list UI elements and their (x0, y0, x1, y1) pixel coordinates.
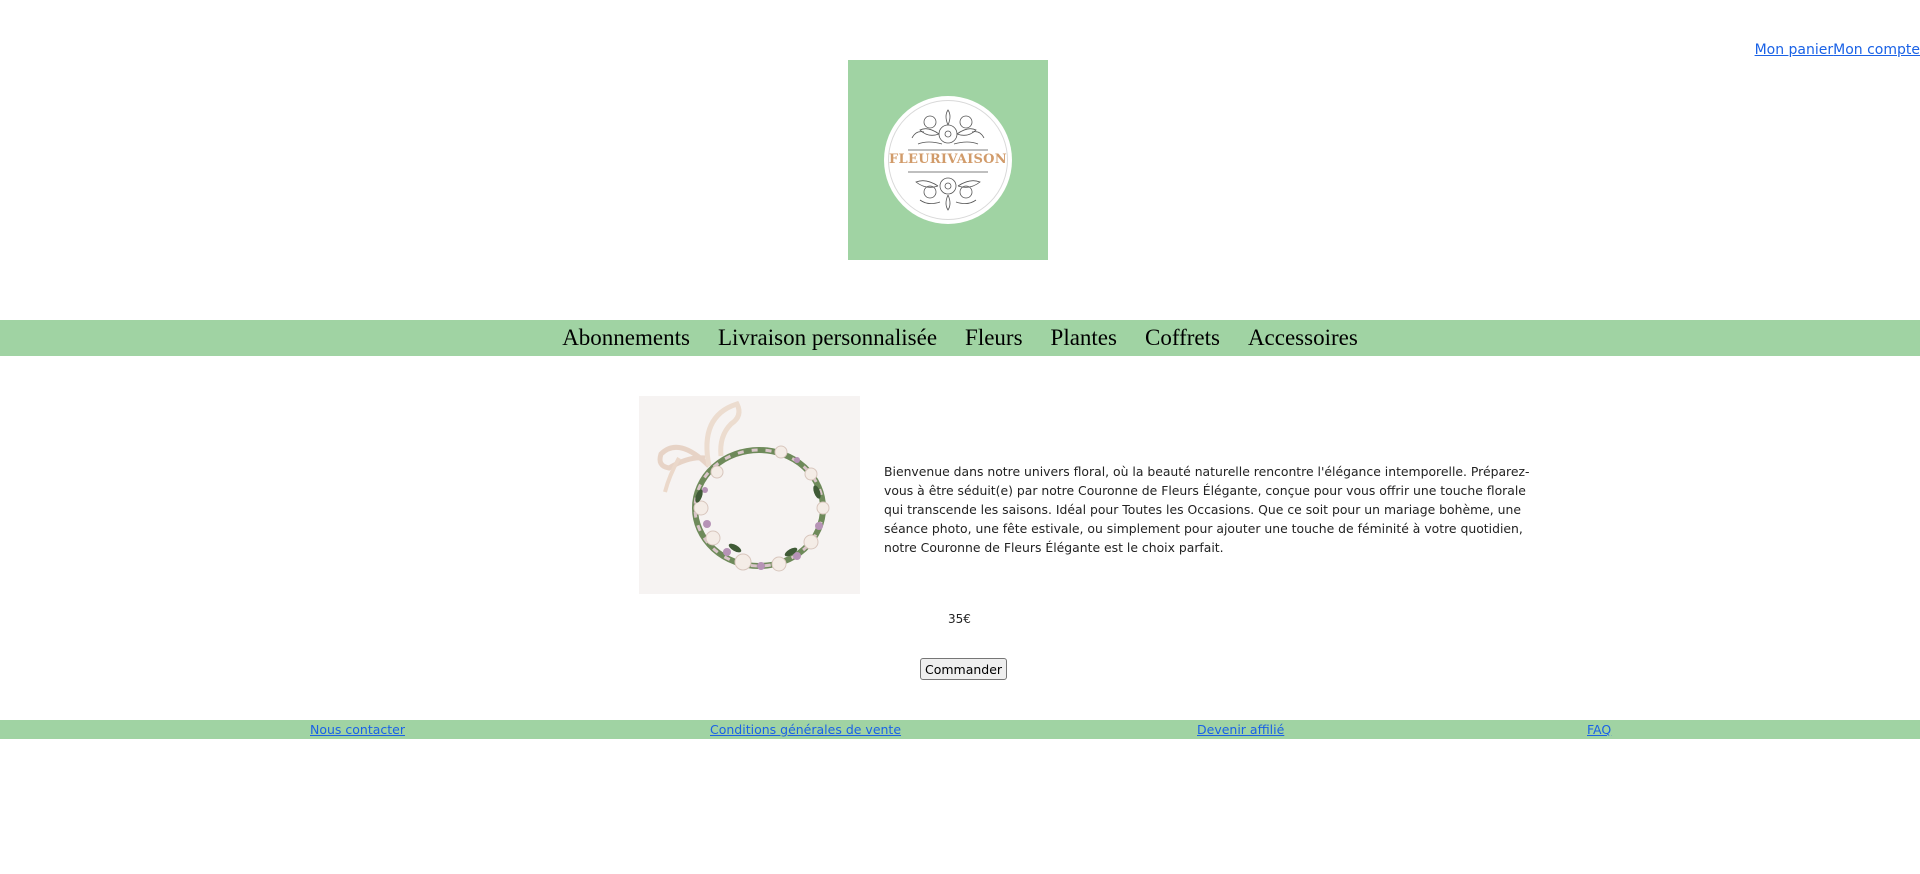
account-link[interactable]: Mon compte (1833, 42, 1920, 58)
nav-item-accessoires[interactable]: Accessoires (1248, 320, 1358, 356)
nav-item-livraison-personnalisee[interactable]: Livraison personnalisée (718, 320, 937, 356)
site-logo[interactable]: FLEURIVAISON (848, 60, 1048, 260)
floral-ornament-icon (908, 171, 988, 211)
nav-item-fleurs[interactable]: Fleurs (965, 320, 1023, 356)
nav-item-coffrets[interactable]: Coffrets (1145, 320, 1220, 356)
footer-link-affiliate[interactable]: Devenir affilié (1197, 720, 1284, 739)
footer-link-contact[interactable]: Nous contacter (310, 720, 405, 739)
footer-link-cgv[interactable]: Conditions générales de vente (710, 720, 901, 739)
page: Mon panierMon compte FLEURIVAISON Abonne… (0, 0, 1920, 874)
footer-link-faq[interactable]: FAQ (1587, 720, 1611, 739)
product-image (639, 396, 860, 594)
flower-crown-image (639, 396, 860, 594)
order-button[interactable]: Commander (920, 658, 1008, 680)
logo-text: FLEURIVAISON (889, 152, 1007, 167)
product-description: Bienvenue dans notre univers floral, où … (884, 464, 1530, 555)
footer: Nous contacter Conditions générales de v… (0, 720, 1920, 739)
nav-item-plantes[interactable]: Plantes (1051, 320, 1117, 356)
nav-item-abonnements[interactable]: Abonnements (562, 320, 690, 356)
cart-link[interactable]: Mon panier (1755, 42, 1834, 58)
product-price: 35€ (948, 612, 971, 626)
main-navigation: Abonnements Livraison personnalisée Fleurs… (0, 320, 1920, 356)
floral-ornament-icon (908, 109, 988, 151)
account-links: Mon panierMon compte (1755, 42, 1920, 58)
logo-badge: FLEURIVAISON (884, 96, 1012, 224)
